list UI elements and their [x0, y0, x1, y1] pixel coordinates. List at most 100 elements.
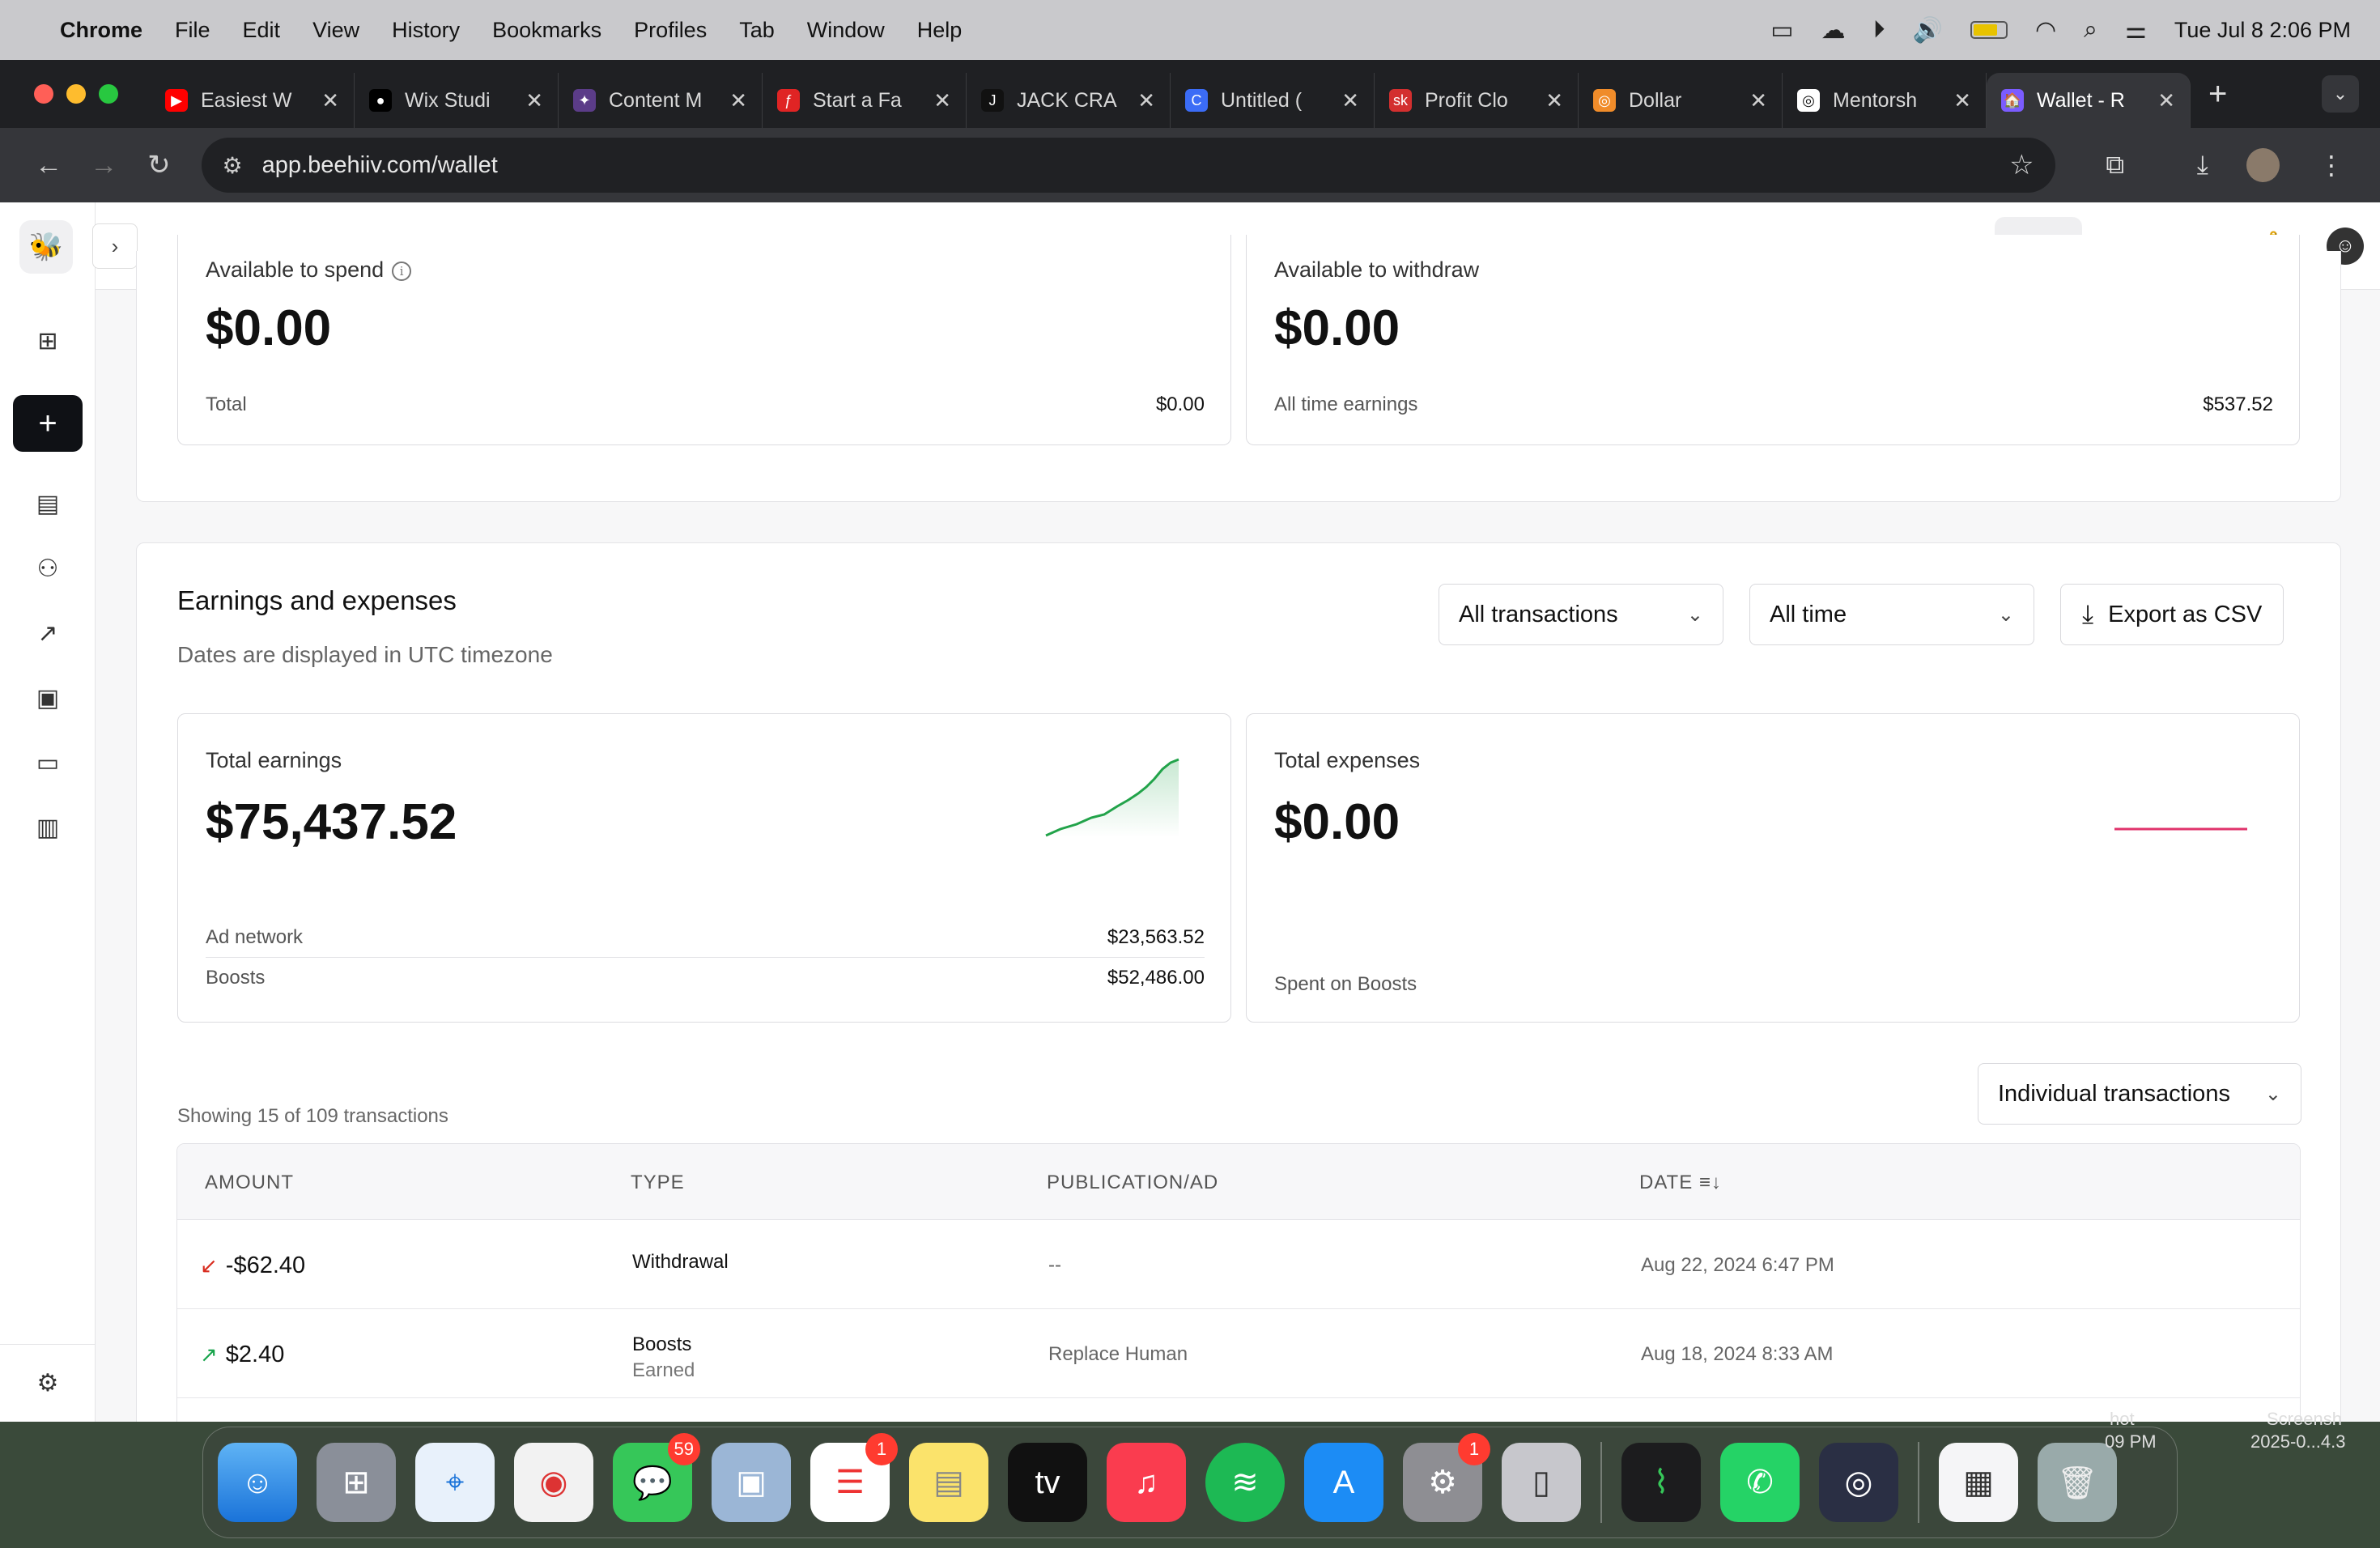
menu-window[interactable]: Window	[807, 18, 885, 43]
reload-icon[interactable]: ↻	[131, 149, 186, 181]
chrome-icon[interactable]: ◉	[514, 1443, 593, 1522]
desktop-label[interactable]: hot	[2110, 1409, 2135, 1430]
menu-app-name[interactable]: Chrome	[60, 18, 142, 43]
analytics-icon[interactable]: ▥	[28, 807, 68, 848]
messages-icon[interactable]: 💬 59	[613, 1433, 700, 1522]
apple-tv-icon[interactable]: tv	[1008, 1443, 1087, 1522]
activity-monitor-icon[interactable]: ⌇	[1621, 1443, 1701, 1522]
app-store-icon[interactable]: A	[1304, 1443, 1383, 1522]
menu-clock[interactable]: Tue Jul 8 2:06 PM	[2174, 18, 2351, 43]
close-tab-icon[interactable]: ✕	[321, 88, 339, 113]
url-text[interactable]: app.beehiiv.com/wallet	[262, 152, 2009, 179]
audience-icon[interactable]: ⚇	[28, 548, 68, 589]
address-bar[interactable]: ⚙ app.beehiiv.com/wallet ☆	[201, 138, 2055, 193]
col-date[interactable]: DATE ≡↓	[1639, 1172, 1722, 1194]
expand-sidebar-button[interactable]: ›	[92, 223, 138, 269]
back-icon[interactable]: ←	[21, 150, 76, 181]
info-icon[interactable]: i	[392, 261, 412, 281]
launchpad-icon[interactable]: ⊞	[317, 1443, 396, 1522]
preview-icon[interactable]: ▣	[712, 1443, 791, 1522]
download-icon[interactable]: ⤓	[2175, 150, 2230, 181]
search-icon[interactable]: ⌕	[2084, 16, 2097, 44]
create-button[interactable]: +	[13, 395, 83, 452]
volume-icon[interactable]: 🔊	[1913, 16, 1943, 45]
website-icon[interactable]: ▭	[28, 742, 68, 783]
bookmark-star-icon[interactable]: ☆	[2009, 149, 2034, 181]
browser-tab[interactable]: ◎ Dollar ✕	[1579, 73, 1783, 128]
grow-icon[interactable]: ↗	[28, 613, 68, 653]
music-icon[interactable]: ♫	[1107, 1443, 1186, 1522]
close-tab-icon[interactable]: ✕	[1545, 88, 1563, 113]
browser-tab[interactable]: ✦ Content M ✕	[559, 73, 763, 128]
transactions-view-select[interactable]: Individual transactions ⌄	[1978, 1063, 2301, 1125]
display-icon[interactable]: ▭	[1770, 16, 1793, 45]
time-range-select[interactable]: All time ⌄	[1749, 584, 2034, 645]
wifi-icon[interactable]: ◠	[2035, 16, 2056, 45]
col-publication[interactable]: PUBLICATION/AD	[1047, 1172, 1218, 1194]
table-row[interactable]: ↙ -$62.40 Withdrawal -- Aug 22, 2024 6:47 PM	[177, 1220, 2300, 1309]
minimize-window-button[interactable]	[66, 84, 86, 104]
menu-edit[interactable]: Edit	[243, 18, 281, 43]
finder-icon[interactable]: ☺	[218, 1443, 297, 1522]
reminders-icon[interactable]: ☰ 1	[810, 1433, 898, 1522]
table-row[interactable]: ↗ $2.40 Boosts Earned Replace Human Aug 18, 2…	[177, 1309, 2300, 1398]
desktop-label[interactable]: Screensh	[2267, 1409, 2342, 1430]
monetize-icon[interactable]: ▣	[28, 678, 68, 718]
browser-tab[interactable]: ƒ Start a Fa ✕	[763, 73, 967, 128]
close-tab-icon[interactable]: ✕	[1749, 88, 1767, 113]
menu-history[interactable]: History	[392, 18, 460, 43]
browser-menu-icon[interactable]: ⋮	[2304, 150, 2359, 181]
new-tab-button[interactable]: +	[2208, 76, 2227, 113]
close-window-button[interactable]	[34, 84, 53, 104]
close-tab-icon[interactable]: ✕	[525, 88, 543, 113]
profile-avatar[interactable]	[2246, 148, 2280, 182]
trash-icon[interactable]: 🗑	[2038, 1443, 2117, 1522]
tab-search-button[interactable]: ⌄	[2322, 75, 2359, 113]
browser-tab[interactable]: J JACK CRA ✕	[967, 73, 1171, 128]
menu-bookmarks[interactable]: Bookmarks	[492, 18, 601, 43]
settings-gear-icon[interactable]: ⚙	[28, 1363, 68, 1403]
desktop-label[interactable]: 2025-0...4.3	[2250, 1431, 2345, 1452]
zoom-window-button[interactable]	[99, 84, 118, 104]
browser-tab[interactable]: ▶ Easiest W ✕	[151, 73, 355, 128]
system-settings-icon[interactable]: ⚙ 1	[1403, 1433, 1490, 1522]
export-csv-button[interactable]: ⤓ Export as CSV	[2060, 584, 2284, 645]
desktop-label[interactable]: 09 PM	[2105, 1431, 2157, 1452]
menu-help[interactable]: Help	[917, 18, 963, 43]
control-center-icon[interactable]: ⚌	[2125, 16, 2147, 45]
dashboard-icon[interactable]: ⊞	[28, 321, 68, 361]
downloads-stack-icon[interactable]: ▦	[1939, 1443, 2018, 1522]
browser-tab[interactable]: ● Wix Studi ✕	[355, 73, 559, 128]
col-amount[interactable]: AMOUNT	[205, 1172, 294, 1194]
browser-tab[interactable]: sk Profit Clo ✕	[1375, 73, 1579, 128]
menu-file[interactable]: File	[175, 18, 210, 43]
menu-tab[interactable]: Tab	[739, 18, 775, 43]
browser-tab[interactable]: ◎ Mentorsh ✕	[1783, 73, 1987, 128]
forward-icon[interactable]: →	[76, 150, 131, 181]
iphone-mirroring-icon[interactable]: ▯	[1502, 1443, 1581, 1522]
close-tab-icon[interactable]: ✕	[1137, 88, 1155, 113]
posts-icon[interactable]: ▤	[28, 483, 68, 524]
cloud-icon[interactable]: ☁	[1821, 16, 1846, 45]
close-tab-icon[interactable]: ✕	[933, 88, 951, 113]
transaction-type-select[interactable]: All transactions ⌄	[1439, 584, 1723, 645]
safari-icon[interactable]: ⌖	[415, 1443, 495, 1522]
obs-icon[interactable]: ◎	[1819, 1443, 1898, 1522]
play-icon[interactable]: ⏵	[1873, 16, 1885, 44]
col-type[interactable]: TYPE	[631, 1172, 685, 1194]
sort-icon[interactable]: ≡↓	[1699, 1172, 1722, 1193]
menu-view[interactable]: View	[312, 18, 359, 43]
whatsapp-icon[interactable]: ✆	[1720, 1443, 1800, 1522]
publication-logo[interactable]: 🐝	[19, 220, 73, 274]
menu-profiles[interactable]: Profiles	[634, 18, 707, 43]
spotify-icon[interactable]: ≋	[1205, 1443, 1285, 1522]
extensions-icon[interactable]: ⧉	[2088, 150, 2143, 181]
browser-tab[interactable]: 🏠 Wallet - R ✕	[1987, 73, 2191, 128]
browser-tab[interactable]: C Untitled (✕	[1171, 73, 1375, 128]
close-tab-icon[interactable]: ✕	[1953, 88, 1971, 113]
close-tab-icon[interactable]: ✕	[2157, 88, 2175, 113]
close-tab-icon[interactable]: ✕	[1341, 88, 1359, 113]
notes-icon[interactable]: ▤	[909, 1443, 988, 1522]
close-tab-icon[interactable]: ✕	[729, 88, 747, 113]
site-info-icon[interactable]: ⚙	[223, 152, 243, 179]
